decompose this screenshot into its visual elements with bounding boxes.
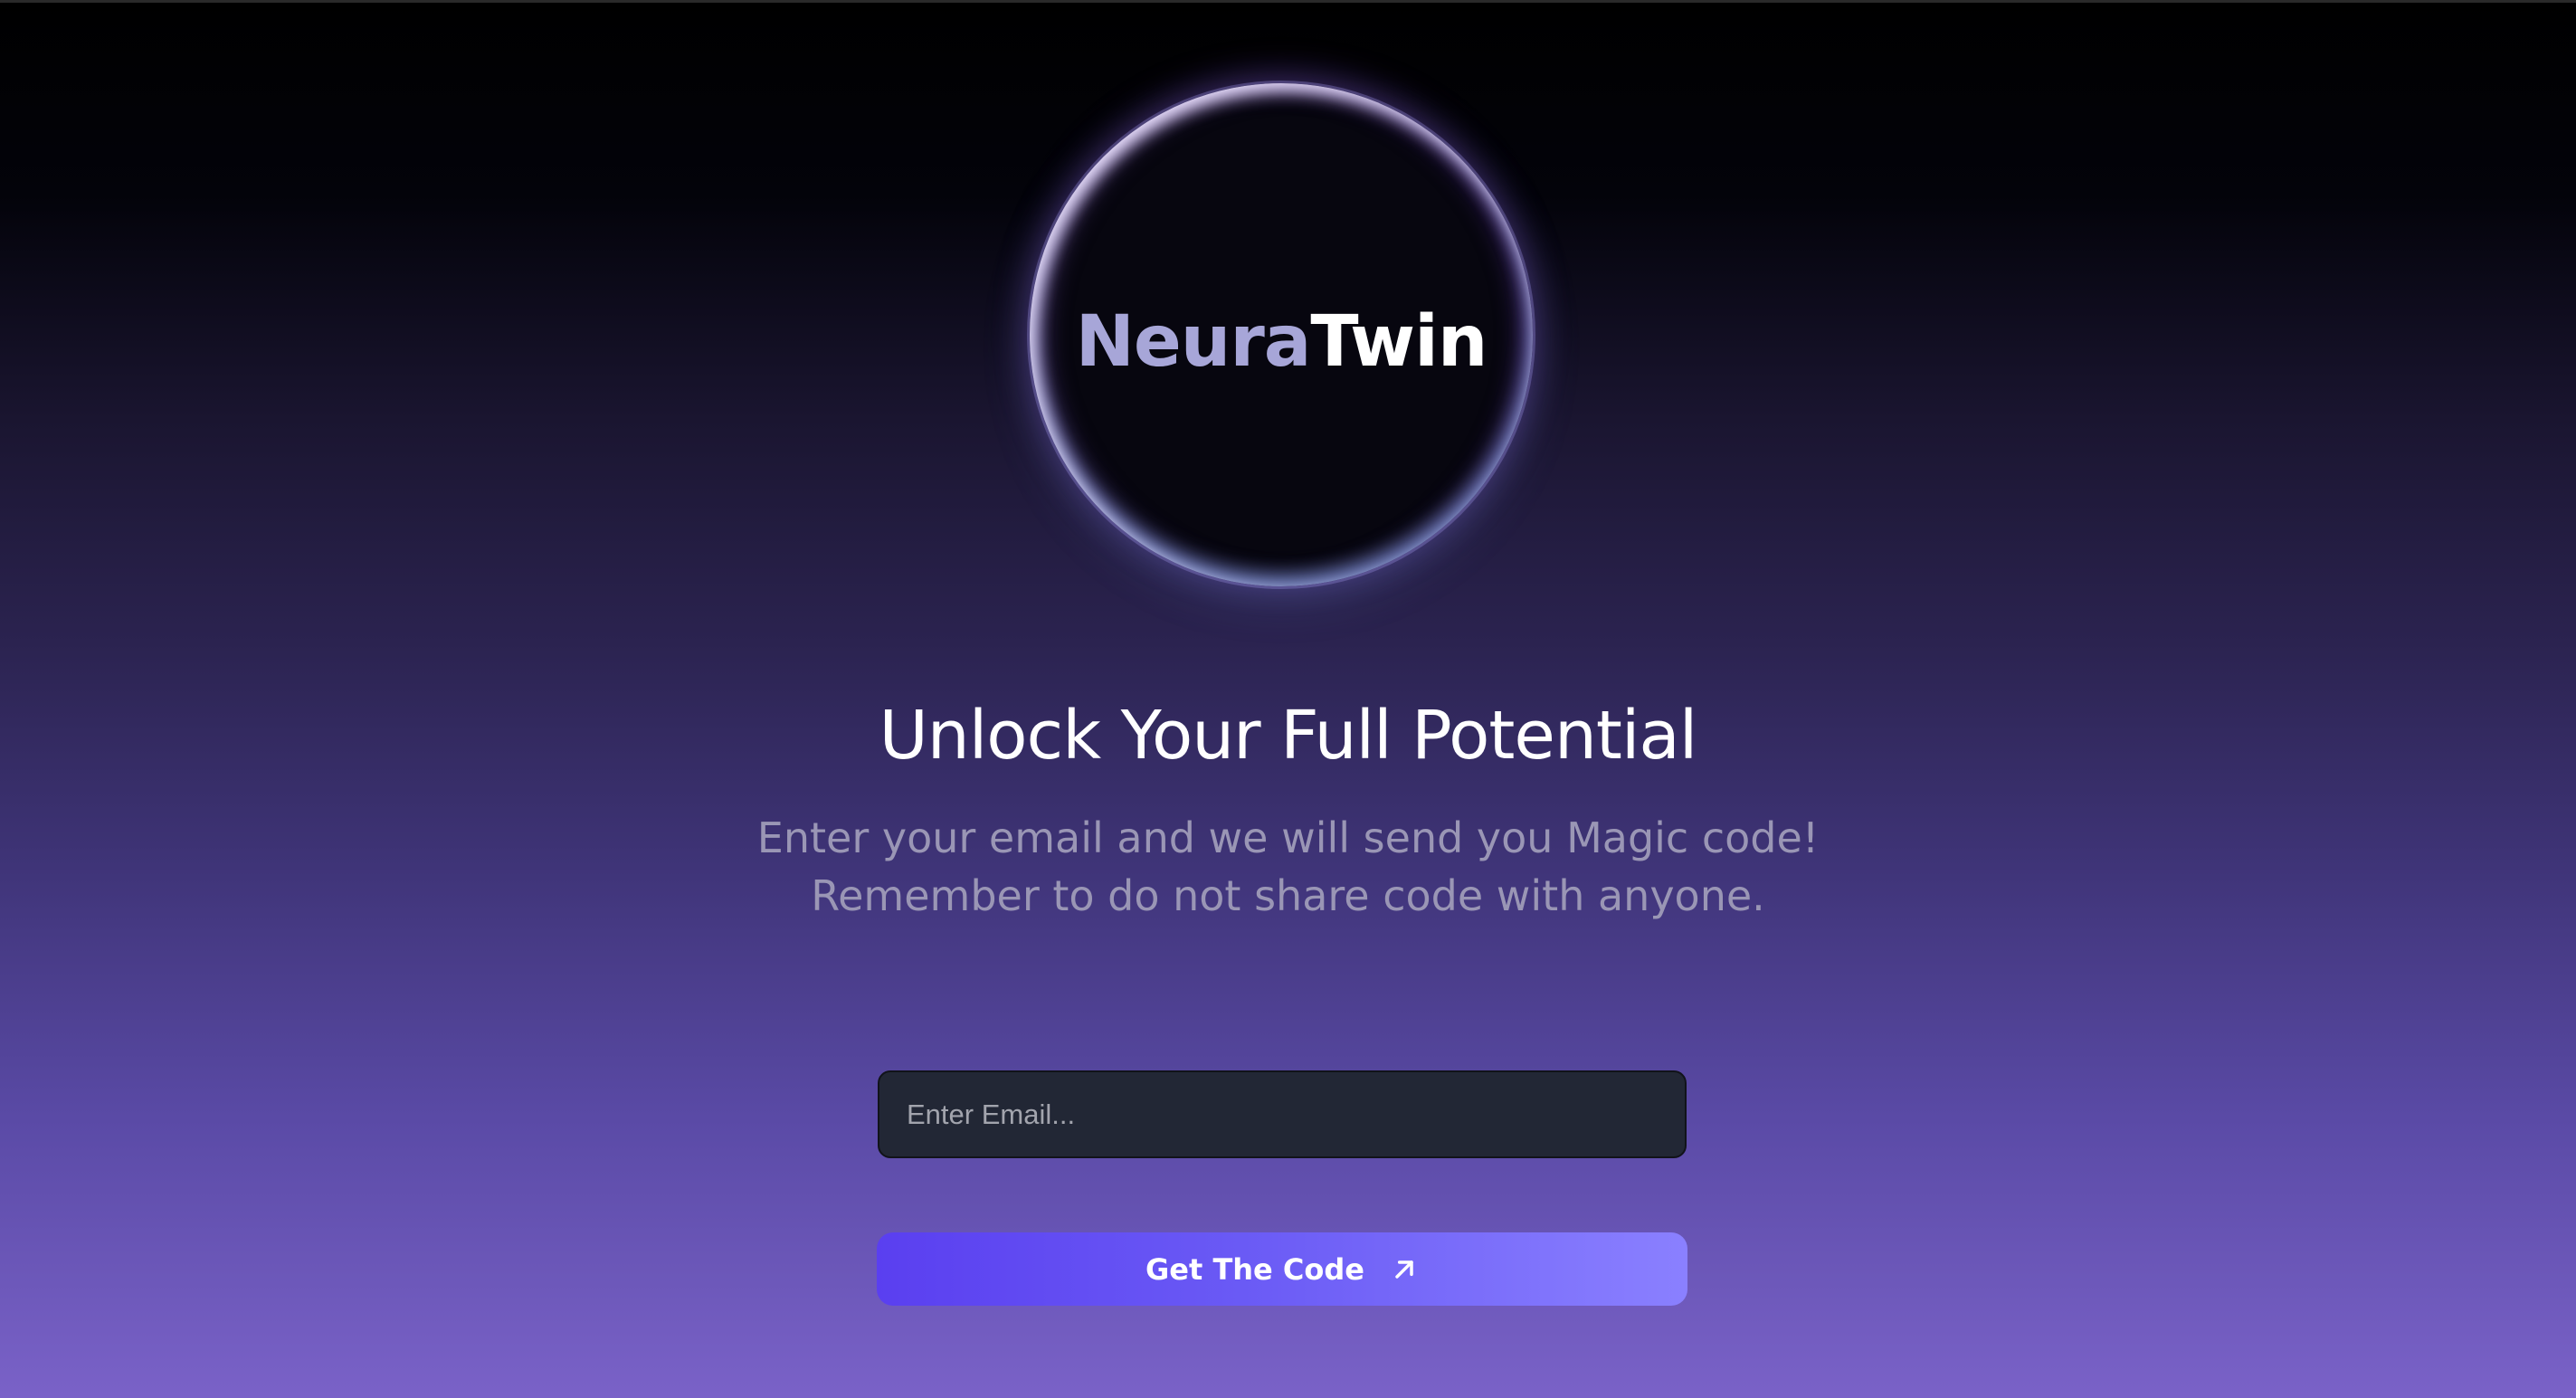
- subtitle-line-2: Remember to do not share code with anyon…: [811, 871, 1765, 920]
- brand-logo: NeuraTwin: [1030, 299, 1533, 385]
- brand-name-part1: Neura: [1075, 301, 1312, 383]
- subtitle-line-1: Enter your email and we will send you Ma…: [756, 813, 1820, 862]
- get-code-button-label: Get The Code: [1145, 1251, 1364, 1287]
- brand-name-part2: Twin: [1310, 301, 1488, 383]
- email-input[interactable]: [878, 1070, 1687, 1158]
- window-top-border: [0, 0, 2576, 3]
- arrow-up-right-icon: [1395, 1260, 1413, 1279]
- get-code-button[interactable]: Get The Code: [877, 1232, 1687, 1306]
- page-headline: Unlock Your Full Potential: [879, 697, 1698, 775]
